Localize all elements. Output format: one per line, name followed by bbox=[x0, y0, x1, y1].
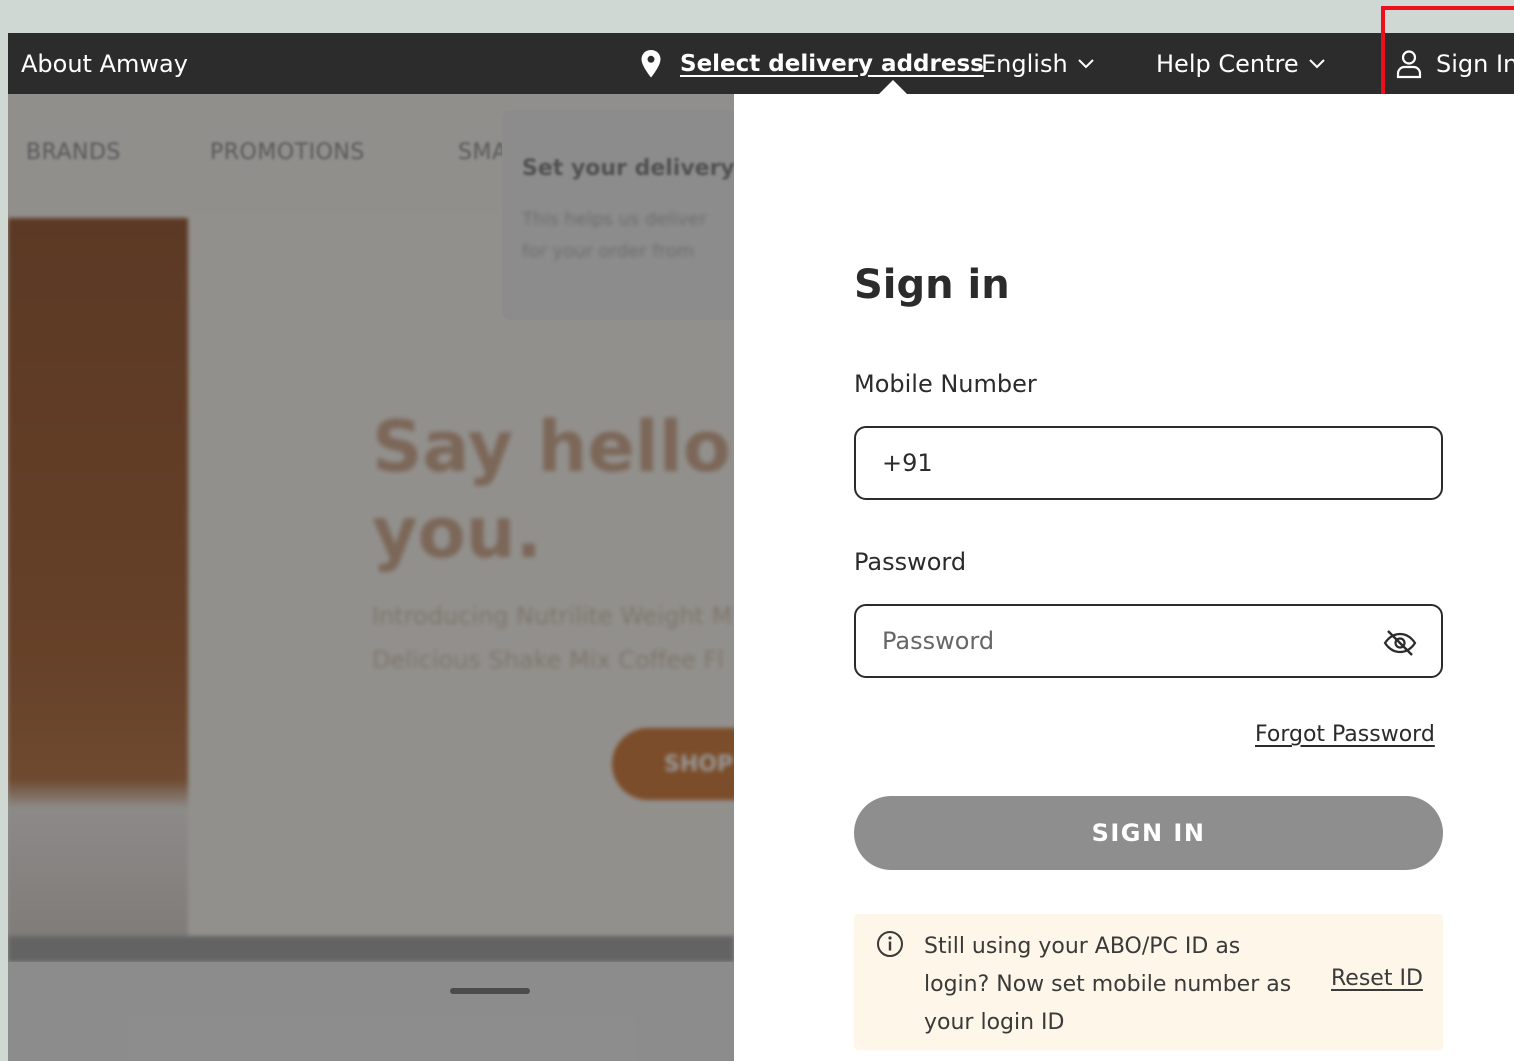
sign-in-button[interactable]: SIGN IN bbox=[854, 796, 1443, 870]
modal-overlay[interactable] bbox=[8, 94, 734, 1061]
password-label: Password bbox=[854, 548, 967, 576]
forgot-password-link[interactable]: Forgot Password bbox=[1255, 722, 1435, 747]
mobile-number-label: Mobile Number bbox=[854, 370, 1037, 398]
eye-off-icon[interactable] bbox=[1383, 628, 1417, 658]
info-icon bbox=[877, 931, 903, 957]
language-label: English bbox=[981, 49, 1068, 78]
reset-id-link[interactable]: Reset ID bbox=[1331, 966, 1423, 991]
top-bar: About Amway Select delivery address Engl… bbox=[8, 33, 1514, 94]
mobile-number-field[interactable] bbox=[854, 426, 1443, 500]
chevron-down-icon bbox=[1308, 58, 1325, 68]
location-pin-icon bbox=[641, 49, 661, 77]
sign-in-title: Sign in bbox=[854, 262, 1010, 308]
login-id-notice: Still using your ABO/PC ID as login? Now… bbox=[854, 914, 1443, 1050]
background-page: BRANDS PROMOTIONS SMA Set your delivery … bbox=[8, 94, 734, 1061]
help-centre-label: Help Centre bbox=[1156, 49, 1299, 78]
sign-in-panel: Sign in Mobile Number Password Forgot Pa… bbox=[734, 94, 1514, 1061]
about-amway-link[interactable]: About Amway bbox=[21, 33, 188, 94]
password-field[interactable] bbox=[854, 604, 1443, 678]
mobile-number-input[interactable] bbox=[882, 449, 1362, 477]
help-centre-menu[interactable]: Help Centre bbox=[1156, 33, 1325, 94]
notice-message: Still using your ABO/PC ID as login? Now… bbox=[924, 934, 1292, 1035]
password-input[interactable] bbox=[882, 627, 1362, 655]
select-delivery-address-link[interactable]: Select delivery address bbox=[640, 33, 984, 94]
chevron-down-icon bbox=[1077, 58, 1094, 68]
dropdown-caret bbox=[879, 80, 907, 94]
delivery-address-label: Select delivery address bbox=[680, 50, 984, 77]
language-selector[interactable]: English bbox=[981, 33, 1094, 94]
about-amway-label: About Amway bbox=[21, 49, 188, 78]
